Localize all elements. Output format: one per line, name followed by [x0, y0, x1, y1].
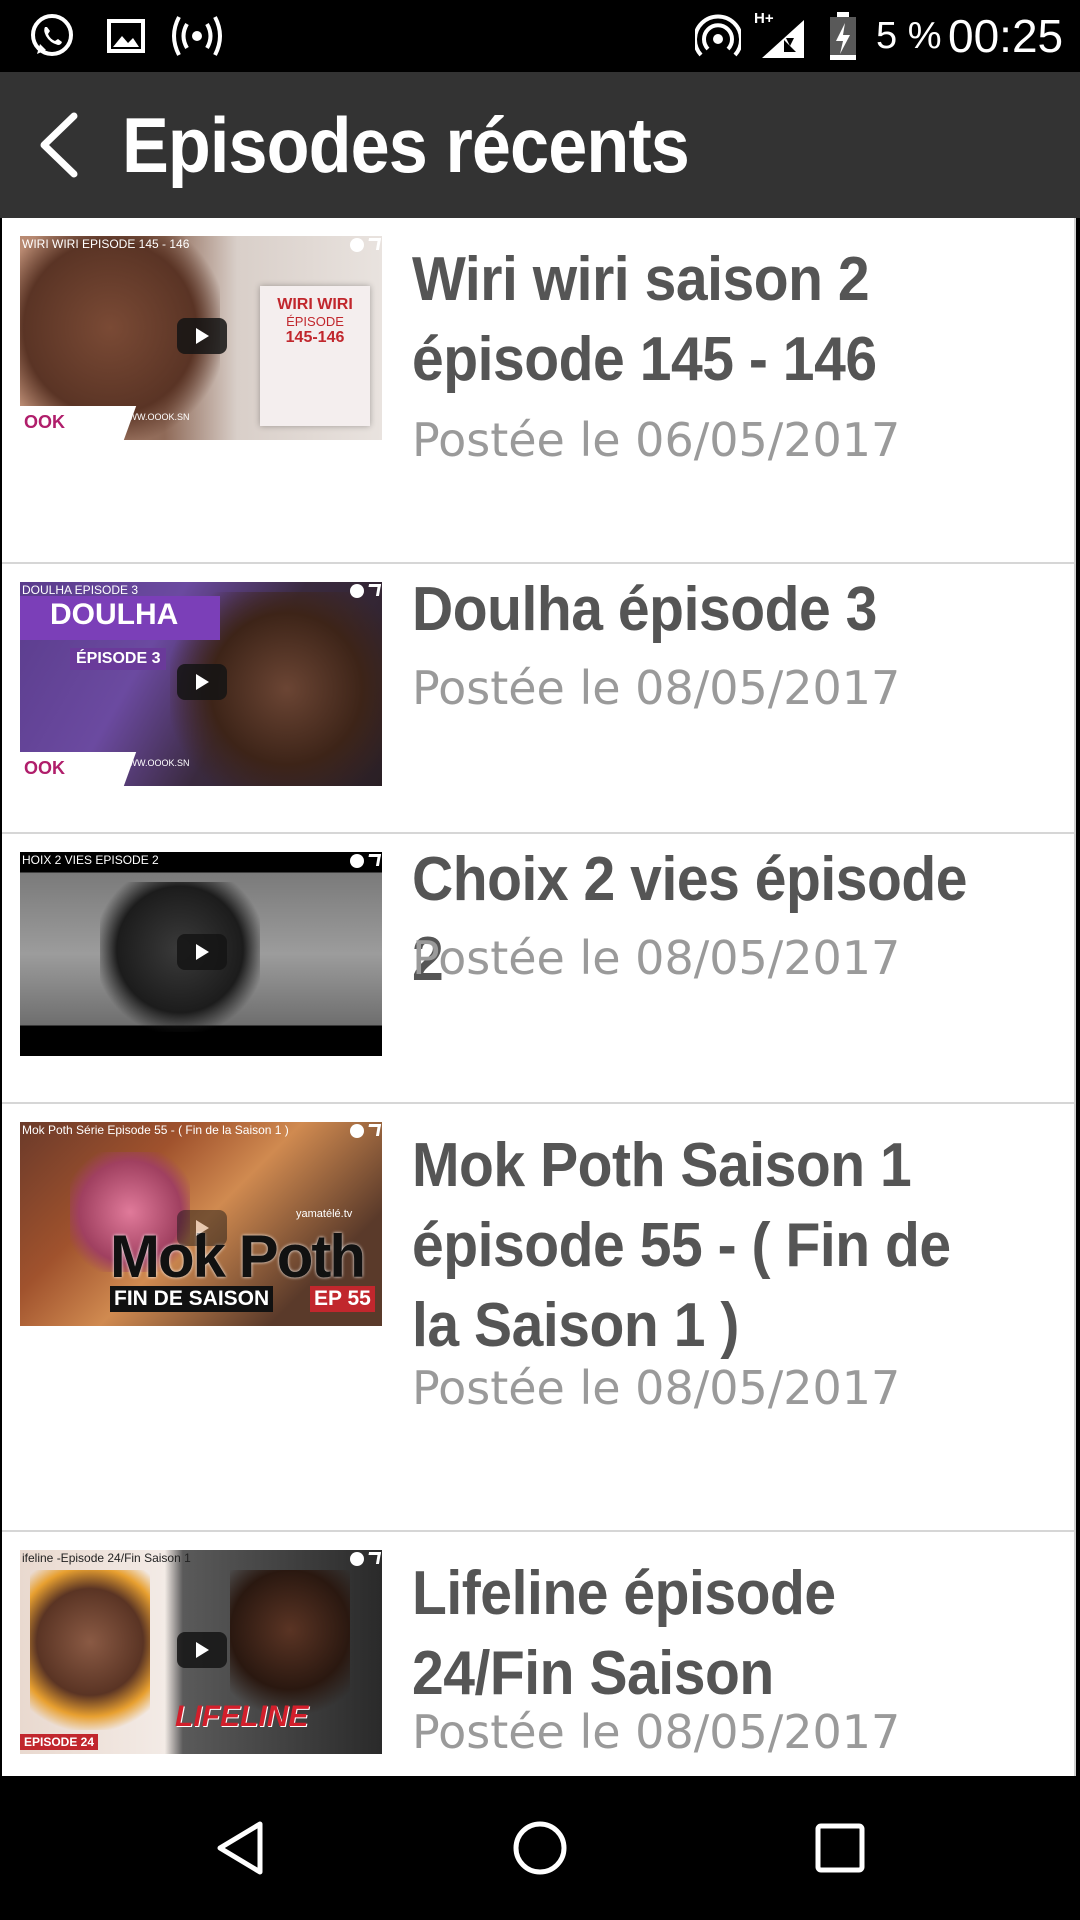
nav-back-button[interactable] — [200, 1808, 280, 1888]
list-item[interactable]: LIFELINE EPISODE 24 ifeline -Episode 24/… — [2, 1532, 1074, 1776]
thumbnail-number: 145-146 — [285, 329, 345, 346]
episode-title: Mok Poth Saison 1 épisode 55 - ( Fin de … — [412, 1131, 951, 1360]
episode-date: Postée le 08/05/2017 — [412, 1361, 901, 1415]
episode-thumbnail[interactable]: DOULHA ÉPISODE 3 OOK WWW.OOOK.SN DOULHA … — [20, 582, 382, 786]
watch-later-icon — [350, 1124, 364, 1138]
battery-percentage: 5 % — [876, 15, 942, 57]
episode-title: Wiri wiri saison 2 épisode 145 - 146 — [412, 245, 877, 394]
status-bar: H+ 5 % 00:25 — [0, 0, 1080, 72]
share-icon — [366, 854, 382, 866]
thumbnail-caption: DOULHA EPISODE 3 — [22, 583, 139, 597]
hotspot-icon — [168, 12, 226, 60]
thumbnail-photo — [30, 1570, 150, 1730]
page-title: Episodes récents — [122, 101, 690, 189]
list-item[interactable]: HOIX 2 VIES EPISODE 2 Choix 2 vies épiso… — [2, 834, 1074, 1104]
thumbnail-site: WWW.OOOK.SN — [120, 412, 190, 422]
play-icon — [177, 1632, 227, 1668]
thumbnail-caption: WIRI WIRI EPISODE 145 - 146 — [22, 237, 190, 251]
episode-date: Postée le 08/05/2017 — [412, 1705, 901, 1759]
episode-title: Doulha épisode 3 — [412, 575, 877, 644]
thumbnail-text: Mok Poth — [110, 1223, 366, 1290]
wifi-tethering-icon — [694, 12, 742, 60]
list-item[interactable]: WIRI WIRI ÉPISODE 145-146 OOK WWW.OOOK.S… — [2, 218, 1074, 564]
share-icon — [366, 584, 382, 596]
episode-date: Postée le 06/05/2017 — [412, 413, 901, 467]
back-arrow-icon — [40, 112, 78, 178]
episode-thumbnail[interactable]: HOIX 2 VIES EPISODE 2 — [20, 852, 382, 1056]
share-icon — [366, 238, 382, 250]
whatsapp-icon — [26, 12, 78, 60]
nav-recents-icon — [815, 1823, 865, 1873]
play-icon — [177, 1210, 227, 1246]
thumbnail-caption: HOIX 2 VIES EPISODE 2 — [22, 853, 159, 867]
thumbnail-text: LIFELINE — [175, 1700, 309, 1733]
share-icon — [366, 1552, 382, 1564]
app-bar: Episodes récents — [0, 72, 1080, 218]
thumbnail-card: WIRI WIRI ÉPISODE 145-146 — [260, 286, 370, 426]
episode-date: Postée le 08/05/2017 — [412, 931, 901, 985]
thumbnail-text: DOULHA — [50, 598, 179, 631]
watch-later-icon — [350, 584, 364, 598]
thumbnail-subtext: ÉPISODE — [286, 314, 344, 329]
thumbnail-subtext: EPISODE 24 — [20, 1734, 99, 1750]
share-icon — [366, 1124, 382, 1136]
nav-recents-button[interactable] — [800, 1808, 880, 1888]
episode-date: Postée le 08/05/2017 — [412, 661, 901, 715]
nav-home-button[interactable] — [500, 1808, 580, 1888]
episode-thumbnail[interactable]: WIRI WIRI ÉPISODE 145-146 OOK WWW.OOOK.S… — [20, 236, 382, 440]
episode-thumbnail[interactable]: Mok Poth FIN DE SAISON EP 55 yamatélé.tv… — [20, 1122, 382, 1326]
watch-later-icon — [350, 854, 364, 868]
thumbnail-logo: OOK — [24, 758, 66, 778]
play-icon — [177, 318, 227, 354]
battery-charging-icon — [826, 12, 860, 60]
list-item[interactable]: Mok Poth FIN DE SAISON EP 55 yamatélé.tv… — [2, 1104, 1074, 1532]
nav-back-icon — [217, 1821, 263, 1875]
episode-title: Lifeline épisode 24/Fin Saison — [412, 1559, 836, 1708]
signal-hplus-icon: H+ — [754, 10, 808, 60]
navigation-bar — [0, 1776, 1080, 1920]
thumbnail-subtext: FIN DE SAISON — [110, 1286, 274, 1312]
thumbnail-caption: Mok Poth Série Episode 55 - ( Fin de la … — [22, 1123, 289, 1137]
thumbnail-text: WIRI WIRI — [277, 296, 353, 313]
list-item[interactable]: DOULHA ÉPISODE 3 OOK WWW.OOOK.SN DOULHA … — [2, 564, 1074, 834]
status-clock: 00:25 — [948, 10, 1064, 62]
thumbnail-caption: ifeline -Episode 24/Fin Saison 1 — [22, 1551, 191, 1565]
play-icon — [177, 664, 227, 700]
gallery-icon — [104, 12, 148, 60]
episode-list[interactable]: WIRI WIRI ÉPISODE 145-146 OOK WWW.OOOK.S… — [2, 218, 1076, 1776]
play-icon — [177, 934, 227, 970]
thumbnail-logo: OOK — [24, 412, 66, 432]
episode-thumbnail[interactable]: LIFELINE EPISODE 24 ifeline -Episode 24/… — [20, 1550, 382, 1754]
thumbnail-subtext: ÉPISODE 3 — [70, 648, 167, 670]
back-button[interactable] — [20, 105, 100, 185]
thumbnail-site: yamatélé.tv — [296, 1208, 353, 1220]
watch-later-icon — [350, 1552, 364, 1566]
thumbnail-number: EP 55 — [310, 1286, 375, 1312]
watch-later-icon — [350, 238, 364, 252]
thumbnail-site: WWW.OOOK.SN — [120, 758, 190, 768]
network-type-label: H+ — [754, 10, 774, 27]
nav-home-icon — [513, 1821, 567, 1875]
